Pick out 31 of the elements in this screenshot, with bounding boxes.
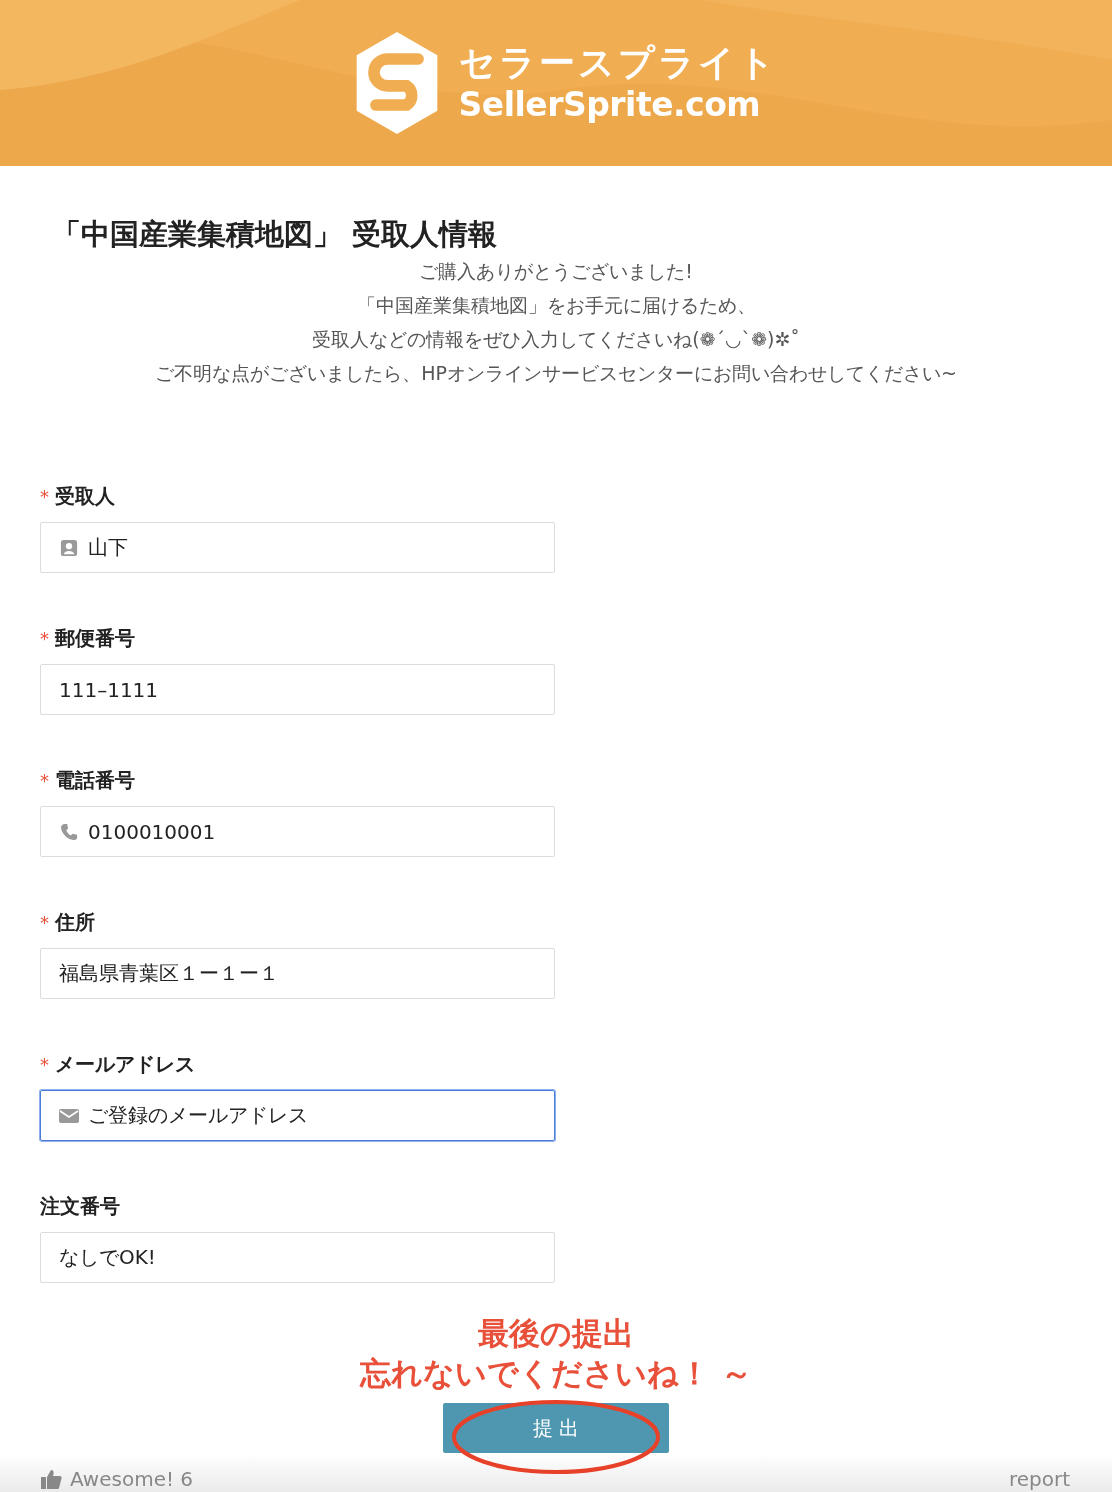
input-field[interactable]: 山下	[40, 522, 555, 573]
phone-icon	[59, 822, 79, 841]
like-count: Awesome! 6	[70, 1467, 194, 1491]
field-label: 受取人	[55, 482, 115, 510]
required-mark: *	[40, 485, 49, 507]
reminder-text: 最後の提出	[478, 1314, 634, 1353]
field-label: メールアドレス	[55, 1050, 195, 1078]
input-field[interactable]: 0100010001	[40, 806, 555, 857]
field-label: 電話番号	[55, 766, 135, 794]
intro-text: 受取人などの情報をぜひ入力してくださいね(❁´◡`❁)✲˚	[312, 327, 800, 352]
intro-text: 「中国産業集積地図」をお手元に届けるため、	[356, 293, 756, 318]
logo-text: SellerSprite.com	[458, 86, 762, 123]
field-label: 住所	[55, 908, 95, 936]
person-icon	[59, 538, 79, 557]
input-field[interactable]: 福島県青葉区１ー１ー１	[40, 948, 555, 999]
intro-text: ご購入ありがとうございました!	[419, 259, 693, 284]
required-mark: *	[40, 1053, 49, 1075]
form-title: 「中国産業集積地図」 受取人情報	[52, 216, 499, 253]
thumbs-up-icon[interactable]	[40, 1468, 62, 1490]
input-field[interactable]: 111–1111	[40, 664, 555, 715]
field-label: 注文番号	[40, 1192, 120, 1220]
intro-text: ご不明な点がございましたら、HPオンラインサービスセンターにお問い合わせしてください~	[155, 361, 957, 386]
required-mark: *	[40, 627, 49, 649]
input-field[interactable]: ご登録のメールアドレス	[40, 1090, 555, 1141]
required-mark: *	[40, 769, 49, 791]
field-label: 郵便番号	[55, 624, 135, 652]
mail-icon	[59, 1106, 79, 1125]
required-mark: *	[40, 911, 49, 933]
logo-text: セラースプライト	[458, 43, 778, 83]
input-field[interactable]: なしでOK!	[40, 1232, 555, 1283]
reminder-text: 忘れないでくださいね！ ～	[360, 1354, 752, 1393]
